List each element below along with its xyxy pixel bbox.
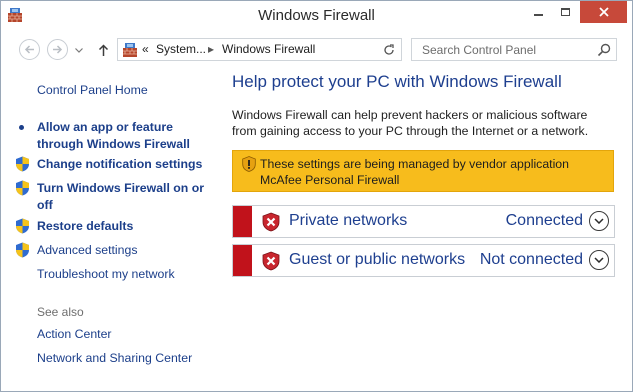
recent-locations-button[interactable]	[73, 40, 85, 60]
breadcrumb-system[interactable]: System...	[156, 42, 206, 56]
control-panel-icon	[122, 42, 138, 58]
network-name: Guest or public networks	[289, 251, 466, 268]
refresh-button[interactable]	[377, 38, 402, 61]
control-panel-home-link[interactable]: Control Panel Home	[37, 82, 148, 99]
network-status: Not connected	[479, 251, 583, 268]
page-title: Help protect your PC with Windows Firewa…	[232, 72, 562, 91]
status-strip	[233, 245, 252, 276]
shield-icon	[15, 242, 30, 258]
network-name: Private networks	[289, 212, 408, 229]
change-notification-settings-link[interactable]: Change notification settings	[37, 156, 202, 173]
status-strip	[233, 206, 252, 237]
shield-icon	[15, 156, 30, 172]
breadcrumb-separator-icon[interactable]: ▸	[208, 42, 214, 56]
shield-error-icon	[261, 251, 281, 271]
arrow-right-icon	[53, 45, 63, 54]
search-box[interactable]	[411, 38, 617, 61]
expand-button[interactable]	[589, 211, 609, 231]
main-content-pane: Help protect your PC with Windows Firewa…	[219, 67, 632, 391]
forward-button[interactable]	[47, 39, 68, 60]
network-sharing-center-link[interactable]: Network and Sharing Center	[37, 350, 192, 367]
arrow-left-icon	[24, 45, 34, 54]
expand-button[interactable]	[589, 250, 609, 270]
maximize-button[interactable]	[552, 1, 578, 23]
guest-public-networks-row[interactable]: Guest or public networks Not connected	[232, 244, 615, 277]
path-overflow[interactable]: «	[142, 42, 149, 56]
address-path[interactable]: « System... ▸ Windows Firewall	[117, 38, 484, 61]
shield-error-icon	[261, 212, 281, 232]
up-button[interactable]	[94, 40, 112, 60]
minimize-icon	[533, 14, 543, 16]
search-icon[interactable]	[596, 42, 612, 58]
bullet-icon	[19, 125, 24, 130]
private-networks-row[interactable]: Private networks Connected	[232, 205, 615, 238]
turn-firewall-on-off-link[interactable]: Turn Windows Firewall on or off	[37, 180, 205, 214]
allow-app-link[interactable]: Allow an app or feature through Windows …	[37, 119, 207, 153]
firewall-window: Windows Firewall « System... ▸ Windows F…	[0, 0, 633, 392]
restore-defaults-link[interactable]: Restore defaults	[37, 218, 133, 235]
maximize-icon	[560, 8, 570, 16]
shield-icon	[15, 218, 30, 234]
back-button[interactable]	[19, 39, 40, 60]
action-center-link[interactable]: Action Center	[37, 326, 112, 343]
warning-shield-icon	[242, 156, 256, 172]
breadcrumb-windows-firewall[interactable]: Windows Firewall	[222, 42, 315, 56]
minimize-button[interactable]	[525, 1, 551, 23]
managed-by-vendor-banner: These settings are being managed by vend…	[232, 150, 614, 192]
advanced-settings-link[interactable]: Advanced settings	[37, 242, 138, 259]
network-status: Connected	[505, 212, 583, 229]
address-bar: « System... ▸ Windows Firewall	[1, 31, 632, 67]
managed-by-vendor-text: These settings are being managed by vend…	[260, 157, 569, 187]
chevron-down-icon	[594, 218, 604, 224]
troubleshoot-network-link[interactable]: Troubleshoot my network	[37, 266, 175, 283]
chevron-down-icon	[75, 47, 83, 53]
see-also-heading: See also	[37, 305, 84, 319]
shield-icon	[15, 180, 30, 196]
chevron-down-icon	[594, 257, 604, 263]
page-description: Windows Firewall can help prevent hacker…	[232, 108, 589, 138]
title-bar: Windows Firewall	[1, 1, 632, 31]
arrow-up-icon	[98, 43, 108, 56]
refresh-icon	[384, 43, 394, 55]
close-button[interactable]	[580, 1, 627, 23]
search-input[interactable]	[412, 39, 592, 60]
left-nav-pane: Control Panel Home Allow an app or featu…	[1, 67, 219, 391]
close-icon	[598, 7, 609, 17]
